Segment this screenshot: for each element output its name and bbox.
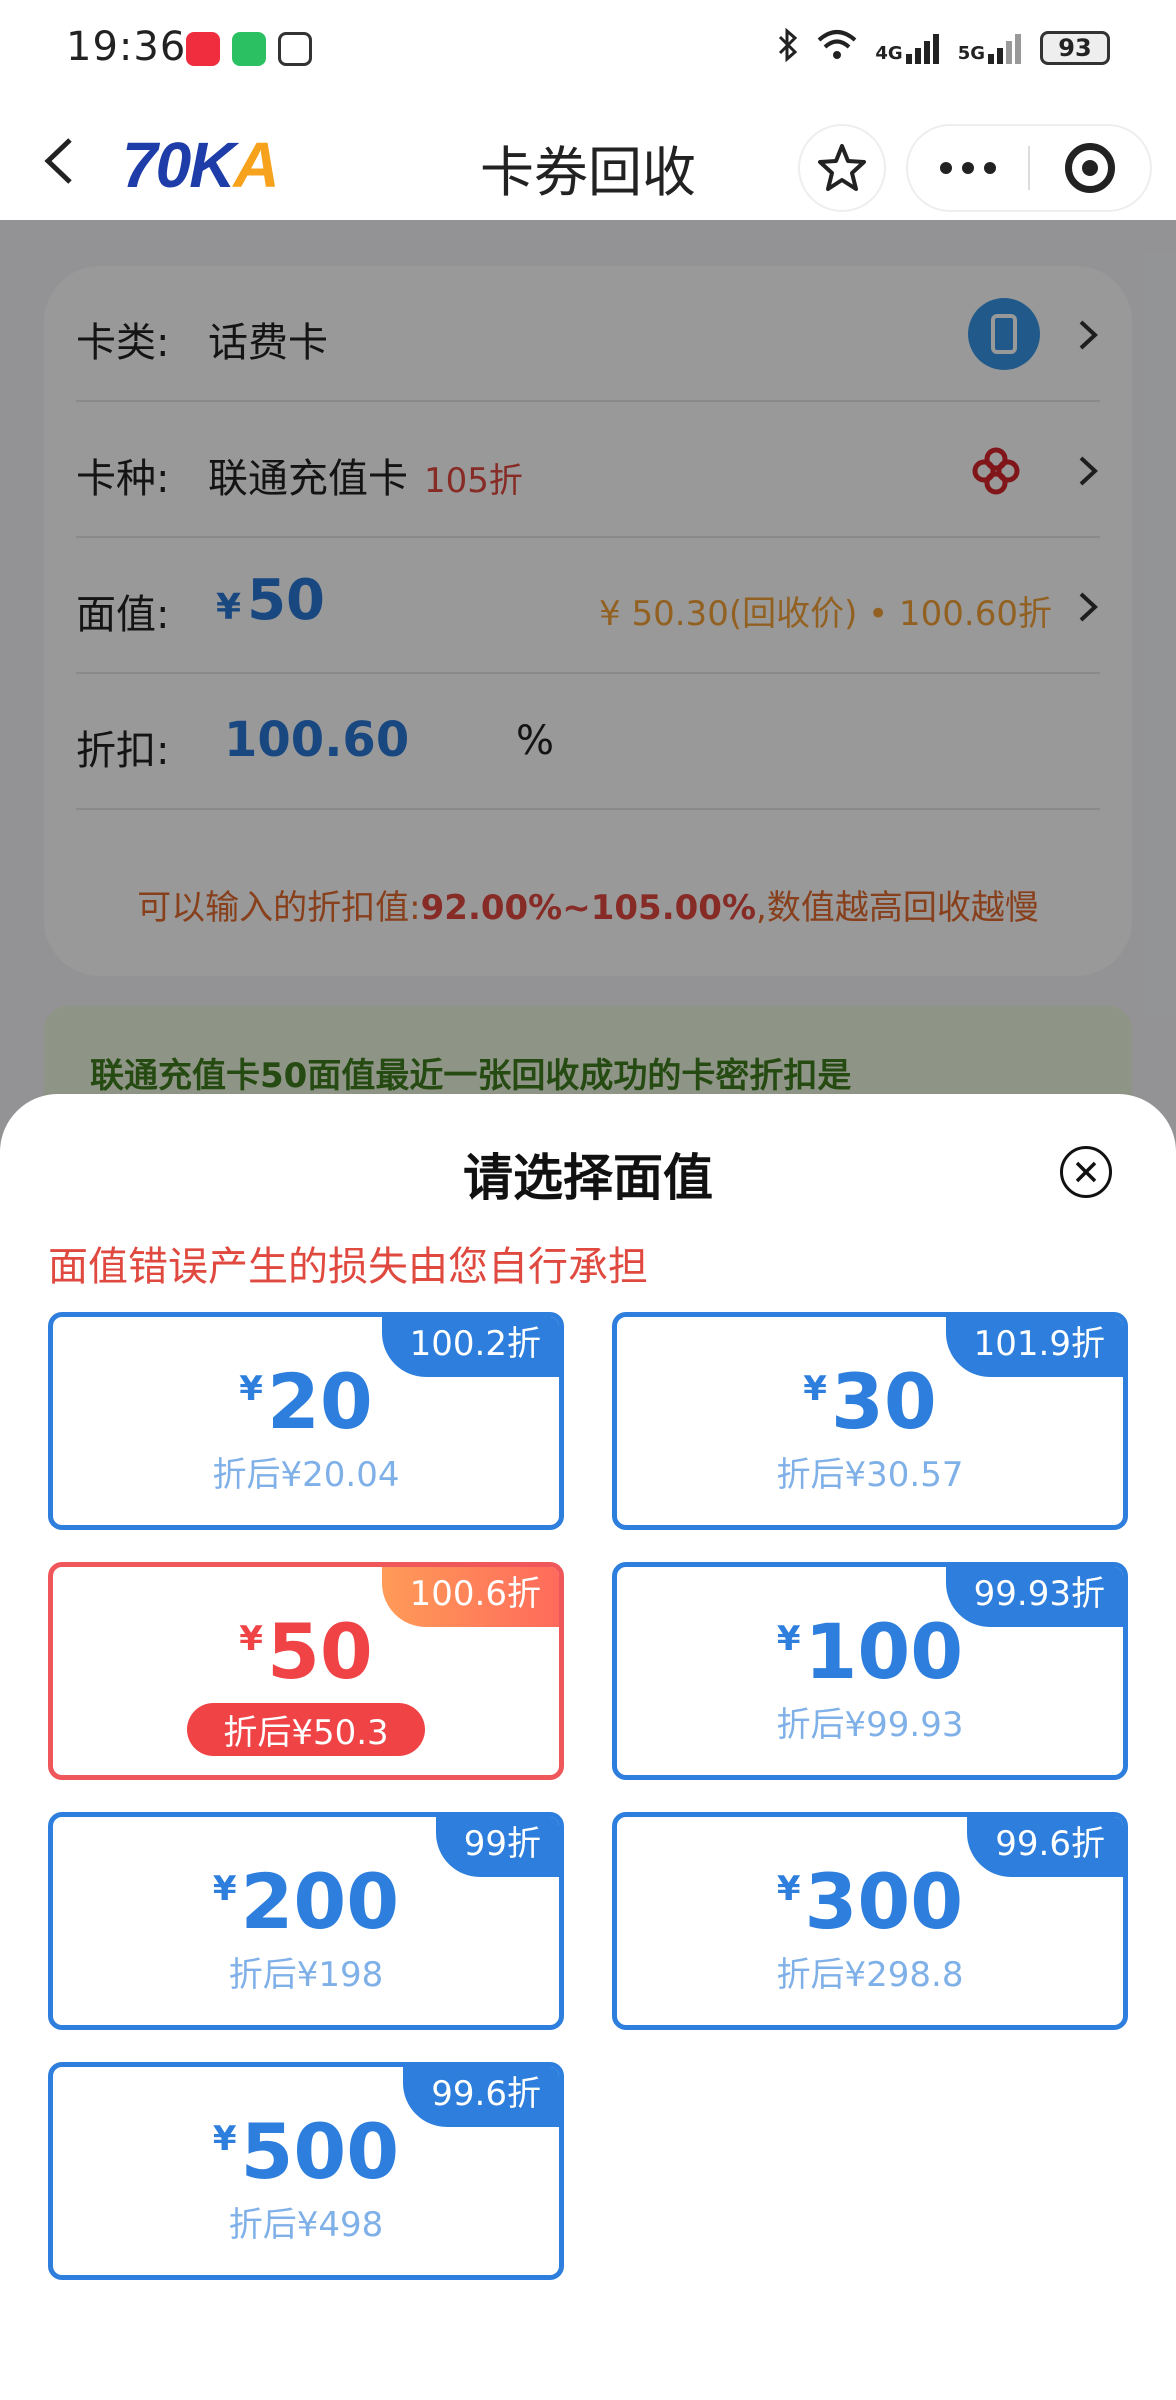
more-button[interactable] [908,126,1028,210]
currency-symbol: ¥ [776,1619,801,1659]
favorite-button[interactable] [798,124,886,212]
after-discount-pill: 折后¥50.3 [53,1703,559,1756]
signal-5g-icon: 5G [958,32,1024,64]
after-discount-price: 折后¥298.8 [776,1955,964,1995]
option-amount: ¥50 [53,1607,559,1696]
network-5g-label: 5G [957,43,985,64]
xiaohongshu-icon [186,32,220,66]
face-value-option-50-selected[interactable]: 100.6折 ¥50 折后¥50.3 [48,1562,564,1780]
option-amount: ¥20 [53,1357,559,1446]
status-time: 19:36 [66,24,187,70]
after-discount-price: 折后¥50.3 [187,1703,425,1756]
option-amount: ¥30 [617,1357,1123,1446]
network-4g-label: 4G [875,43,903,64]
nfc-icon [278,32,312,66]
loss-warning: 面值错误产生的损失由您自行承担 [48,1244,648,1290]
signal-4g-icon: 4G [875,32,941,64]
after-discount-price: 折后¥198 [228,1955,384,1995]
face-value-option-30[interactable]: 101.9折 ¥30 折后¥30.57 [612,1312,1128,1530]
option-amount: ¥100 [617,1607,1123,1696]
option-amount: ¥300 [617,1857,1123,1946]
amount-value: 100 [804,1607,964,1696]
face-value-picker-sheet: 请选择面值 面值错误产生的损失由您自行承担 100.2折 ¥20 折后¥20.0… [0,1094,1176,2400]
currency-symbol: ¥ [776,1869,801,1909]
wechat-icon [232,32,266,66]
option-amount: ¥500 [53,2107,559,2196]
amount-value: 300 [804,1857,964,1946]
after-discount-price: 折后¥498 [228,2205,384,2245]
face-value-option-100[interactable]: 99.93折 ¥100 折后¥99.93 [612,1562,1128,1780]
face-value-option-500[interactable]: 99.6折 ¥500 折后¥498 [48,2062,564,2280]
close-button[interactable] [1060,1146,1112,1198]
option-amount: ¥200 [53,1857,559,1946]
status-bar: 19:36 4G 5G 93 [0,0,1176,100]
amount-value: 200 [240,1857,400,1946]
after-discount-price: 折后¥99.93 [776,1705,964,1745]
sheet-title: 请选择面值 [463,1149,713,1207]
battery-level: 93 [1058,34,1092,62]
wifi-icon [815,28,859,68]
star-icon [818,144,866,191]
close-miniprogram-button[interactable] [1030,143,1150,193]
status-indicators: 4G 5G 93 [777,27,1110,68]
currency-symbol: ¥ [803,1369,827,1409]
amount-value: 30 [830,1357,937,1446]
currency-symbol: ¥ [239,1619,263,1659]
face-value-option-200[interactable]: 99折 ¥200 折后¥198 [48,1812,564,2030]
after-discount-price: 折后¥20.04 [212,1455,400,1495]
currency-symbol: ¥ [212,2119,237,2159]
after-discount-price: 折后¥30.57 [776,1455,964,1495]
bluetooth-icon [777,27,799,68]
target-icon [1065,143,1115,193]
close-icon [1075,1161,1097,1183]
amount-value: 50 [266,1607,373,1696]
amount-value: 20 [266,1357,373,1446]
miniprogram-capsule [906,124,1152,212]
nav-bar: 70KA 卡券回收 [0,100,1176,220]
face-value-option-20[interactable]: 100.2折 ¥20 折后¥20.04 [48,1312,564,1530]
battery-icon: 93 [1040,31,1110,65]
currency-symbol: ¥ [212,1869,237,1909]
currency-symbol: ¥ [239,1369,263,1409]
face-value-option-300[interactable]: 99.6折 ¥300 折后¥298.8 [612,1812,1128,2030]
amount-value: 500 [240,2107,400,2196]
